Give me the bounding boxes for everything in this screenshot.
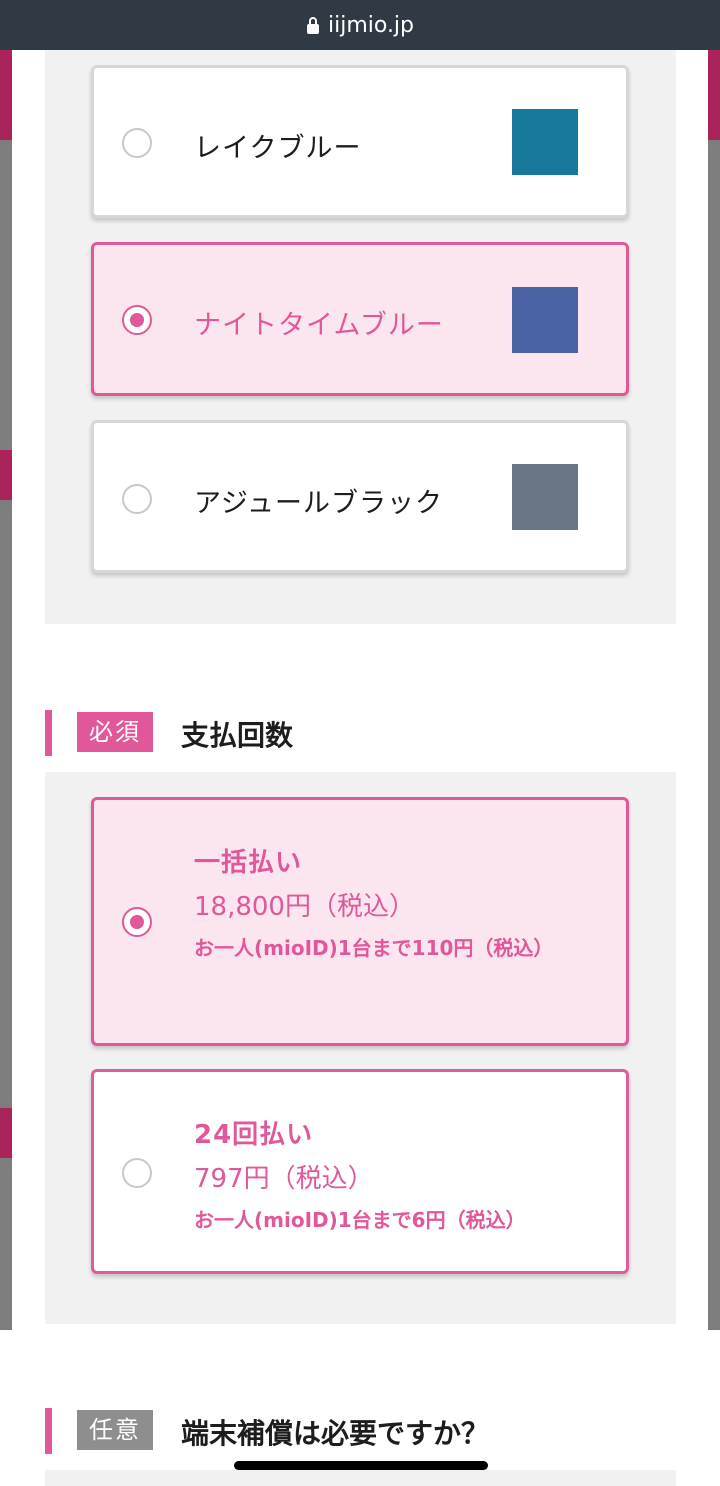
url-text: iijmio.jp — [327, 12, 415, 38]
payment-option-price: 797円（税込） — [194, 1164, 374, 1194]
color-swatch — [512, 464, 578, 530]
radio-unselected[interactable] — [122, 484, 152, 514]
payment-option-note: お一人(mioID)1台まで110円（税込） — [194, 936, 554, 960]
payment-option-note: お一人(mioID)1台まで6円（税込） — [194, 1208, 526, 1232]
section-title: 支払回数 — [181, 719, 294, 752]
right-edge-accent — [708, 50, 720, 140]
radio-unselected[interactable] — [122, 1158, 152, 1188]
color-option-nighttime-blue[interactable]: ナイトタイムブルー — [91, 242, 629, 396]
right-edge — [708, 50, 720, 1330]
color-option-azure-black[interactable]: アジュールブラック — [91, 420, 629, 573]
color-swatch — [512, 109, 578, 175]
radio-selected[interactable] — [122, 907, 152, 937]
browser-url-bar[interactable]: iijmio.jp — [0, 0, 720, 50]
left-edge-accent — [0, 1108, 12, 1158]
radio-selected[interactable] — [122, 305, 152, 335]
section-title: 端末補償は必要ですか？ — [181, 1417, 490, 1450]
page: iijmio.jp レイクブルー ナイトタイムブルー アジュールブラック 必須 … — [0, 0, 720, 1486]
payment-section-header: 必須 支払回数 — [45, 710, 676, 756]
payment-option-title: 一括払い — [194, 848, 303, 878]
required-badge: 必須 — [77, 712, 153, 752]
left-edge-accent — [0, 450, 12, 500]
color-swatch — [512, 287, 578, 353]
color-option-lake-blue[interactable]: レイクブルー — [91, 65, 629, 218]
payment-option-title: 24回払い — [194, 1120, 314, 1150]
payment-option-24-installments[interactable]: 24回払い 797円（税込） お一人(mioID)1台まで6円（税込） — [91, 1069, 629, 1274]
payment-option-lump-sum[interactable]: 一括払い 18,800円（税込） お一人(mioID)1台まで110円（税込） — [91, 797, 629, 1046]
color-option-label: ナイトタイムブルー — [194, 310, 444, 341]
radio-unselected[interactable] — [122, 128, 152, 158]
lock-icon — [306, 17, 319, 34]
section-accent-bar — [45, 710, 52, 756]
section-accent-bar — [45, 1408, 52, 1454]
left-edge-accent — [0, 50, 12, 140]
color-option-label: レイクブルー — [194, 133, 362, 164]
home-indicator[interactable] — [234, 1461, 488, 1470]
color-option-label: アジュールブラック — [194, 488, 444, 519]
optional-badge: 任意 — [77, 1410, 153, 1450]
warranty-section-header: 任意 端末補償は必要ですか？ — [45, 1408, 676, 1454]
warranty-options-panel — [45, 1470, 676, 1486]
payment-option-price: 18,800円（税込） — [194, 892, 415, 922]
